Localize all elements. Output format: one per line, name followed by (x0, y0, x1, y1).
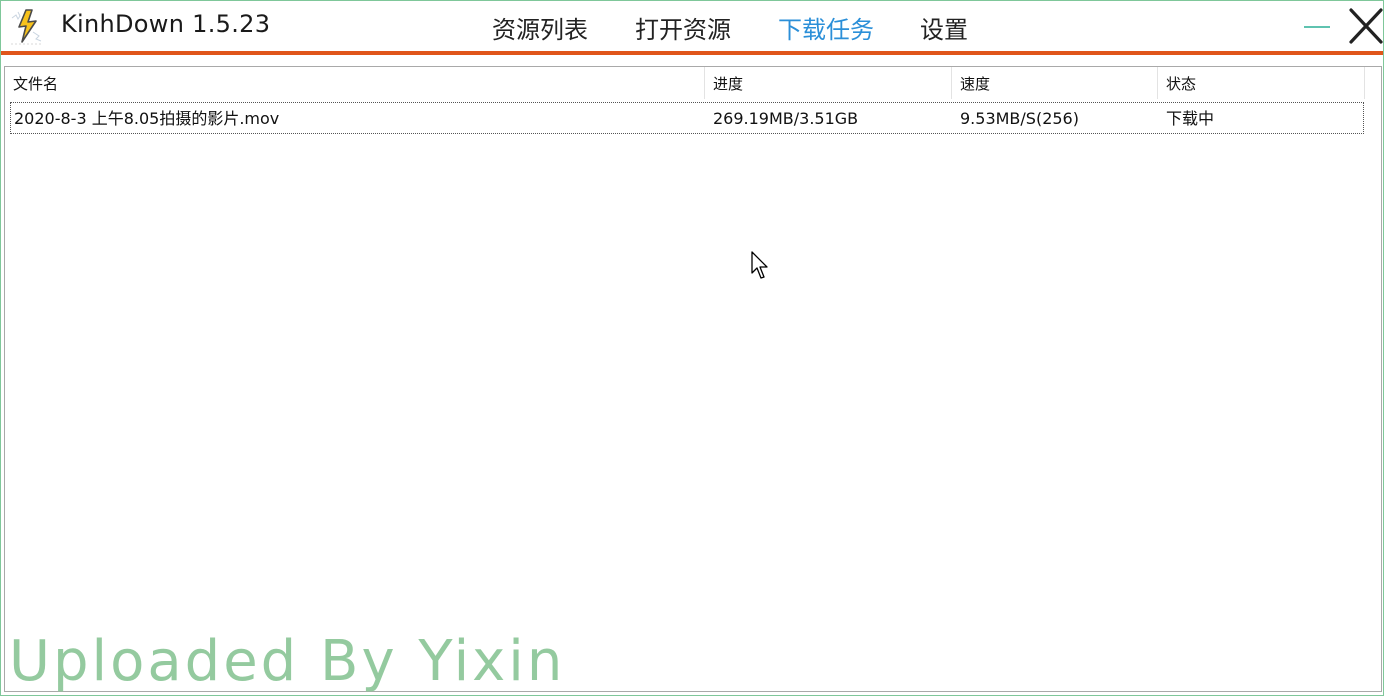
column-header-filename[interactable]: 文件名 (5, 67, 705, 99)
watermark-text: Uploaded By Yixin (9, 629, 566, 694)
vertical-scrollbar[interactable] (1365, 67, 1381, 691)
column-header-speed[interactable]: 速度 (952, 67, 1158, 99)
tab-download-tasks[interactable]: 下载任务 (778, 10, 874, 45)
tab-open-resource[interactable]: 打开资源 (635, 10, 731, 45)
tab-settings[interactable]: 设置 (920, 10, 968, 45)
cell-filename: 2020-8-3 上午8.05拍摄的影片.mov (14, 109, 280, 128)
lightning-bolt-icon (11, 9, 43, 45)
download-task-list[interactable]: 文件名 进度 速度 状态 2020-8-3 上午8.05拍摄的影片.mov 26… (4, 66, 1382, 692)
table-header: 文件名 进度 速度 状态 (5, 67, 1365, 99)
title-bar[interactable]: KinhDown 1.5.23 资源列表 打开资源 下载任务 设置 (1, 1, 1383, 51)
close-icon[interactable] (1347, 5, 1383, 45)
tab-resource-list[interactable]: 资源列表 (492, 10, 588, 45)
cell-speed: 9.53MB/S(256) (960, 109, 1079, 128)
cell-progress: 269.19MB/3.51GB (713, 109, 859, 128)
app-title: KinhDown 1.5.23 (61, 10, 271, 38)
accent-divider (1, 51, 1383, 55)
app-window: KinhDown 1.5.23 资源列表 打开资源 下载任务 设置 文件名 进度… (0, 0, 1384, 696)
minimize-icon[interactable] (1299, 7, 1335, 43)
table-row[interactable]: 2020-8-3 上午8.05拍摄的影片.mov 269.19MB/3.51GB… (10, 102, 1364, 134)
column-header-progress[interactable]: 进度 (705, 67, 952, 99)
column-header-status[interactable]: 状态 (1158, 67, 1365, 99)
cell-status: 下载中 (1166, 109, 1215, 128)
mouse-cursor-icon (751, 251, 768, 279)
